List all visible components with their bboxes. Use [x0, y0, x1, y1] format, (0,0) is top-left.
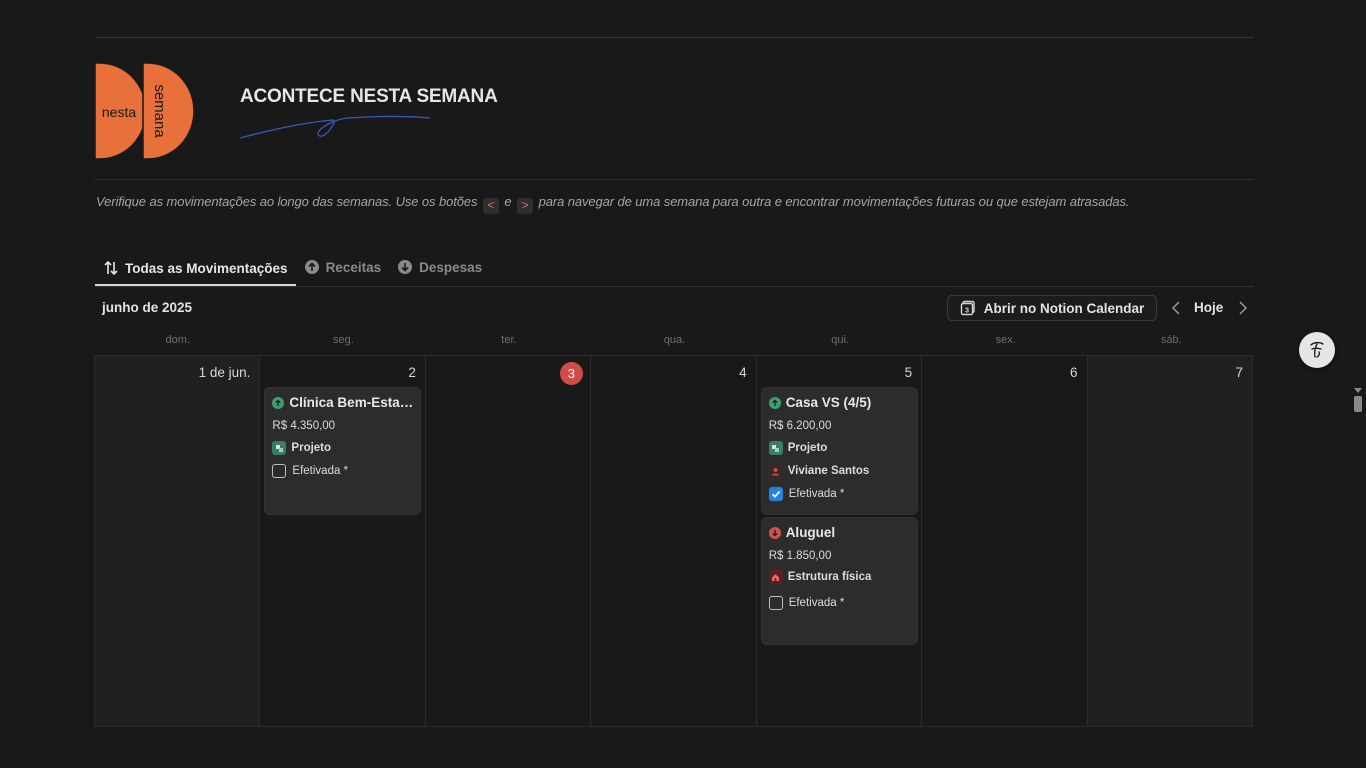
decorative-swoosh [239, 115, 431, 139]
day-cell-saturday[interactable]: 7 [1087, 356, 1252, 726]
view-tabs: Todas as Movimentações Receitas Despesas [95, 250, 490, 286]
client-avatar-icon [768, 464, 783, 478]
header-divider [95, 179, 1254, 180]
efetivada-label: Efetivada * [788, 488, 845, 500]
event-card-aluguel[interactable]: Aluguel R$ 1.850,00 Estrutura física Efe… [761, 518, 917, 644]
tabs-divider [95, 286, 1254, 287]
weekday-label: sex. [995, 334, 1016, 346]
tab-label: Todas as Movimentações [125, 260, 288, 276]
day-cell-wednesday[interactable]: 4 [591, 356, 757, 726]
chevron-right-icon[interactable] [1233, 299, 1251, 317]
today-button[interactable]: Hoje [1194, 300, 1223, 315]
day-cell-tuesday[interactable]: 3 [426, 356, 592, 726]
day-number: 4 [739, 365, 747, 380]
weekday-label: seg. [332, 334, 354, 346]
svg-text:3: 3 [965, 306, 969, 315]
week-grid: 1 de jun. 2 Clínica Bem-Estar Vida R$ 4.… [94, 355, 1253, 727]
calendar-icon: 3 [960, 300, 975, 316]
event-category: Estrutura física [787, 571, 872, 583]
logo-word-left: nesta [102, 104, 136, 120]
event-amount: R$ 6.200,00 [768, 420, 832, 432]
project-tag-icon [272, 441, 287, 455]
building-tag-icon [768, 570, 783, 584]
project-tag-icon [768, 441, 783, 455]
sort-arrows-icon [104, 260, 118, 276]
income-arrow-icon [768, 396, 781, 409]
day-number: 7 [1235, 365, 1243, 380]
weekday-header: dom. seg. ter. qua. qui. sex. sáb. [95, 334, 1254, 346]
top-divider [95, 37, 1254, 38]
day-number: 2 [408, 365, 416, 380]
day-cell-monday[interactable]: 2 Clínica Bem-Estar Vida R$ 4.350,00 Pro… [260, 356, 426, 726]
event-category: Projeto [291, 442, 332, 454]
tab-receitas[interactable]: Receitas [296, 250, 390, 284]
day-number: 6 [1070, 365, 1078, 380]
checkmark-icon [771, 490, 780, 498]
day-number: 1 de jun. [198, 365, 251, 380]
event-card-casa-vs[interactable]: Casa VS (4/5) R$ 6.200,00 Projeto Vivian… [761, 388, 917, 514]
assistant-face-icon [1310, 341, 1324, 358]
event-title: Casa VS (4/5) [785, 395, 872, 410]
weekday-label: qua. [663, 334, 686, 346]
event-amount: R$ 1.850,00 [768, 550, 832, 562]
expense-arrow-icon [768, 526, 781, 539]
weekday-label: sáb. [1160, 334, 1182, 346]
weekday-label: qui. [831, 334, 849, 346]
event-category: Projeto [787, 442, 828, 454]
next-key-hint: > [517, 198, 534, 214]
nesta-semana-logo: nesta semana [94, 62, 194, 160]
efetivada-checkbox[interactable] [768, 487, 783, 501]
tab-label: Receitas [325, 259, 382, 275]
event-title: Aluguel [785, 525, 836, 540]
chevron-left-icon[interactable] [1168, 299, 1186, 317]
day-cell-thursday[interactable]: 5 Casa VS (4/5) R$ 6.200,00 Projeto Vivi… [757, 356, 923, 726]
efetivada-label: Efetivada * [292, 465, 349, 477]
instructions-text: Verifique as movimentações ao longo das … [96, 194, 1130, 214]
efetivada-label: Efetivada * [788, 597, 845, 609]
scroll-indicator[interactable] [1353, 386, 1363, 414]
tab-todas-movimentacoes[interactable]: Todas as Movimentações [95, 250, 296, 286]
day-cell-friday[interactable]: 6 [922, 356, 1088, 726]
event-title: Clínica Bem-Estar Vida [289, 395, 413, 410]
page-title: ACONTECE NESTA SEMANA [240, 86, 498, 107]
open-calendar-label: Abrir no Notion Calendar [983, 300, 1145, 316]
arrow-up-circle-icon [304, 260, 319, 274]
day-number: 5 [904, 365, 913, 380]
open-notion-calendar-button[interactable]: 3 Abrir no Notion Calendar [947, 295, 1157, 321]
efetivada-checkbox[interactable] [768, 596, 783, 610]
help-assistant-button[interactable] [1299, 332, 1335, 368]
income-arrow-icon [272, 396, 285, 409]
event-amount: R$ 4.350,00 [272, 420, 336, 432]
logo-word-right: semana [151, 84, 168, 138]
tab-despesas[interactable]: Despesas [389, 250, 490, 284]
day-cell-sunday[interactable]: 1 de jun. [95, 356, 261, 726]
event-card-clinica[interactable]: Clínica Bem-Estar Vida R$ 4.350,00 Proje… [265, 388, 421, 514]
weekday-label: ter. [501, 334, 517, 346]
today-day-number: 3 [559, 362, 583, 385]
month-label: junho de 2025 [102, 300, 193, 315]
efetivada-checkbox[interactable] [272, 464, 287, 478]
arrow-down-circle-icon [398, 260, 413, 274]
weekday-label: dom. [165, 334, 191, 346]
tab-label: Despesas [419, 259, 483, 275]
prev-key-hint: < [482, 198, 499, 214]
event-client: Viviane Santos [787, 465, 870, 477]
